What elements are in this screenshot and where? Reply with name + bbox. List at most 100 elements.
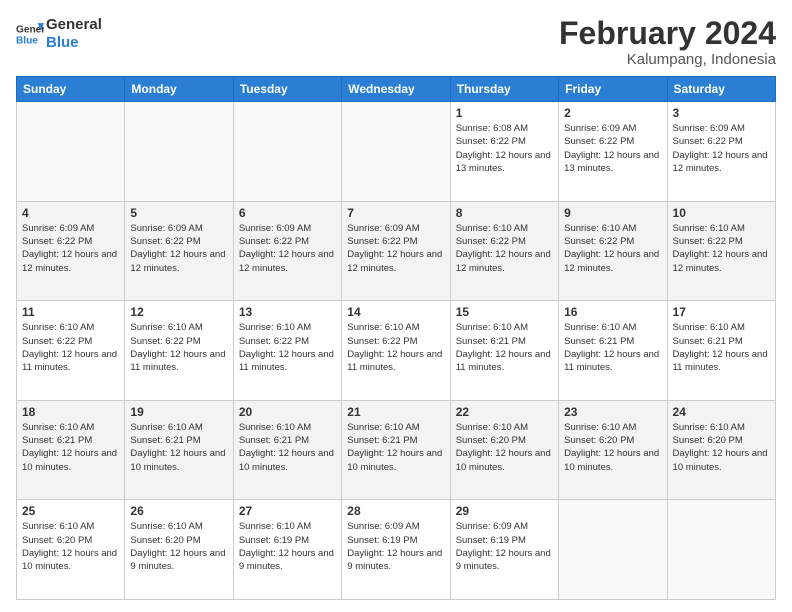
calendar-cell: 25 Sunrise: 6:10 AMSunset: 6:20 PMDayligh… (17, 500, 125, 600)
day-info: Sunrise: 6:09 AMSunset: 6:22 PMDaylight:… (673, 122, 770, 175)
day-info: Sunrise: 6:09 AMSunset: 6:22 PMDaylight:… (22, 222, 119, 275)
calendar-week-3: 11 Sunrise: 6:10 AMSunset: 6:22 PMDayligh… (17, 301, 776, 401)
calendar-cell: 20 Sunrise: 6:10 AMSunset: 6:21 PMDayligh… (233, 400, 341, 500)
day-number: 19 (130, 405, 227, 419)
day-number: 23 (564, 405, 661, 419)
calendar-cell: 29 Sunrise: 6:09 AMSunset: 6:19 PMDayligh… (450, 500, 558, 600)
page: General Blue General Blue February 2024 … (0, 0, 792, 612)
day-number: 2 (564, 106, 661, 120)
day-number: 11 (22, 305, 119, 319)
calendar-week-2: 4 Sunrise: 6:09 AMSunset: 6:22 PMDaylight… (17, 201, 776, 301)
calendar-cell: 9 Sunrise: 6:10 AMSunset: 6:22 PMDaylight… (559, 201, 667, 301)
day-number: 29 (456, 504, 553, 518)
day-info: Sunrise: 6:09 AMSunset: 6:22 PMDaylight:… (347, 222, 444, 275)
day-number: 15 (456, 305, 553, 319)
calendar-cell: 28 Sunrise: 6:09 AMSunset: 6:19 PMDayligh… (342, 500, 450, 600)
calendar-cell: 12 Sunrise: 6:10 AMSunset: 6:22 PMDayligh… (125, 301, 233, 401)
calendar-cell (233, 102, 341, 202)
calendar-cell: 4 Sunrise: 6:09 AMSunset: 6:22 PMDaylight… (17, 201, 125, 301)
calendar-cell: 19 Sunrise: 6:10 AMSunset: 6:21 PMDayligh… (125, 400, 233, 500)
calendar-cell: 27 Sunrise: 6:10 AMSunset: 6:19 PMDayligh… (233, 500, 341, 600)
day-info: Sunrise: 6:10 AMSunset: 6:21 PMDaylight:… (456, 321, 553, 374)
calendar-header-friday: Friday (559, 77, 667, 102)
calendar-cell: 3 Sunrise: 6:09 AMSunset: 6:22 PMDaylight… (667, 102, 775, 202)
day-number: 26 (130, 504, 227, 518)
day-info: Sunrise: 6:09 AMSunset: 6:22 PMDaylight:… (564, 122, 661, 175)
calendar-header-monday: Monday (125, 77, 233, 102)
day-number: 18 (22, 405, 119, 419)
calendar-body: 1 Sunrise: 6:08 AMSunset: 6:22 PMDaylight… (17, 102, 776, 600)
calendar-cell: 26 Sunrise: 6:10 AMSunset: 6:20 PMDayligh… (125, 500, 233, 600)
day-number: 27 (239, 504, 336, 518)
day-info: Sunrise: 6:10 AMSunset: 6:22 PMDaylight:… (456, 222, 553, 275)
day-info: Sunrise: 6:10 AMSunset: 6:22 PMDaylight:… (564, 222, 661, 275)
day-info: Sunrise: 6:10 AMSunset: 6:20 PMDaylight:… (130, 520, 227, 573)
day-number: 14 (347, 305, 444, 319)
day-number: 5 (130, 206, 227, 220)
calendar-week-4: 18 Sunrise: 6:10 AMSunset: 6:21 PMDayligh… (17, 400, 776, 500)
day-number: 17 (673, 305, 770, 319)
calendar-cell: 24 Sunrise: 6:10 AMSunset: 6:20 PMDayligh… (667, 400, 775, 500)
day-info: Sunrise: 6:10 AMSunset: 6:20 PMDaylight:… (673, 421, 770, 474)
day-number: 3 (673, 106, 770, 120)
calendar-cell: 11Sunrise: 6:10 AMSunset: 6:22 PMDayligh… (17, 301, 125, 401)
calendar-cell: 2 Sunrise: 6:09 AMSunset: 6:22 PMDaylight… (559, 102, 667, 202)
day-number: 24 (673, 405, 770, 419)
calendar-header-wednesday: Wednesday (342, 77, 450, 102)
calendar-cell (125, 102, 233, 202)
calendar-cell (667, 500, 775, 600)
day-info: Sunrise: 6:10 AMSunset: 6:22 PMDaylight:… (239, 321, 336, 374)
day-number: 22 (456, 405, 553, 419)
logo-line1: General (46, 16, 102, 34)
calendar-week-5: 25 Sunrise: 6:10 AMSunset: 6:20 PMDayligh… (17, 500, 776, 600)
calendar-cell (17, 102, 125, 202)
header: General Blue General Blue February 2024 … (16, 16, 776, 68)
calendar-cell (559, 500, 667, 600)
calendar-cell: 13 Sunrise: 6:10 AMSunset: 6:22 PMDayligh… (233, 301, 341, 401)
calendar-cell: 14 Sunrise: 6:10 AMSunset: 6:22 PMDayligh… (342, 301, 450, 401)
day-number: 7 (347, 206, 444, 220)
calendar-cell: 22Sunrise: 6:10 AMSunset: 6:20 PMDayligh… (450, 400, 558, 500)
day-number: 6 (239, 206, 336, 220)
day-number: 12 (130, 305, 227, 319)
title-block: February 2024 Kalumpang, Indonesia (559, 16, 776, 68)
day-number: 13 (239, 305, 336, 319)
day-number: 1 (456, 106, 553, 120)
day-number: 4 (22, 206, 119, 220)
calendar-header-tuesday: Tuesday (233, 77, 341, 102)
day-number: 25 (22, 504, 119, 518)
day-info: Sunrise: 6:10 AMSunset: 6:22 PMDaylight:… (347, 321, 444, 374)
day-info: Sunrise: 6:10 AMSunset: 6:20 PMDaylight:… (22, 520, 119, 573)
day-number: 10 (673, 206, 770, 220)
day-number: 16 (564, 305, 661, 319)
day-info: Sunrise: 6:10 AMSunset: 6:21 PMDaylight:… (22, 421, 119, 474)
day-number: 20 (239, 405, 336, 419)
calendar-cell: 6Sunrise: 6:09 AMSunset: 6:22 PMDaylight… (233, 201, 341, 301)
calendar-cell: 15 Sunrise: 6:10 AMSunset: 6:21 PMDayligh… (450, 301, 558, 401)
day-info: Sunrise: 6:10 AMSunset: 6:21 PMDaylight:… (347, 421, 444, 474)
day-info: Sunrise: 6:10 AMSunset: 6:22 PMDaylight:… (130, 321, 227, 374)
calendar-cell: 1 Sunrise: 6:08 AMSunset: 6:22 PMDaylight… (450, 102, 558, 202)
day-info: Sunrise: 6:09 AMSunset: 6:19 PMDaylight:… (456, 520, 553, 573)
calendar-cell: 10 Sunrise: 6:10 AMSunset: 6:22 PMDayligh… (667, 201, 775, 301)
day-number: 21 (347, 405, 444, 419)
day-info: Sunrise: 6:10 AMSunset: 6:21 PMDaylight:… (130, 421, 227, 474)
calendar-cell: 21 Sunrise: 6:10 AMSunset: 6:21 PMDayligh… (342, 400, 450, 500)
day-number: 9 (564, 206, 661, 220)
logo-icon: General Blue (16, 20, 44, 48)
logo: General Blue General Blue (16, 16, 102, 52)
day-number: 28 (347, 504, 444, 518)
day-info: Sunrise: 6:08 AMSunset: 6:22 PMDaylight:… (456, 122, 553, 175)
calendar-cell: 17 Sunrise: 6:10 AMSunset: 6:21 PMDayligh… (667, 301, 775, 401)
day-info: Sunrise: 6:10 AMSunset: 6:21 PMDaylight:… (673, 321, 770, 374)
day-info: Sunrise: 6:10 AMSunset: 6:19 PMDaylight:… (239, 520, 336, 573)
day-info: Sunrise: 6:10 AMSunset: 6:21 PMDaylight:… (239, 421, 336, 474)
day-info: Sunrise: 6:09 AMSunset: 6:19 PMDaylight:… (347, 520, 444, 573)
calendar-cell: 18 Sunrise: 6:10 AMSunset: 6:21 PMDayligh… (17, 400, 125, 500)
day-info: Sunrise: 6:10 AMSunset: 6:21 PMDaylight:… (564, 321, 661, 374)
calendar-cell: 7 Sunrise: 6:09 AMSunset: 6:22 PMDaylight… (342, 201, 450, 301)
day-info: Sunrise: 6:10 AMSunset: 6:22 PMDaylight:… (673, 222, 770, 275)
svg-text:Blue: Blue (16, 35, 38, 46)
subtitle: Kalumpang, Indonesia (559, 51, 776, 68)
calendar-cell: 23Sunrise: 6:10 AMSunset: 6:20 PMDayligh… (559, 400, 667, 500)
